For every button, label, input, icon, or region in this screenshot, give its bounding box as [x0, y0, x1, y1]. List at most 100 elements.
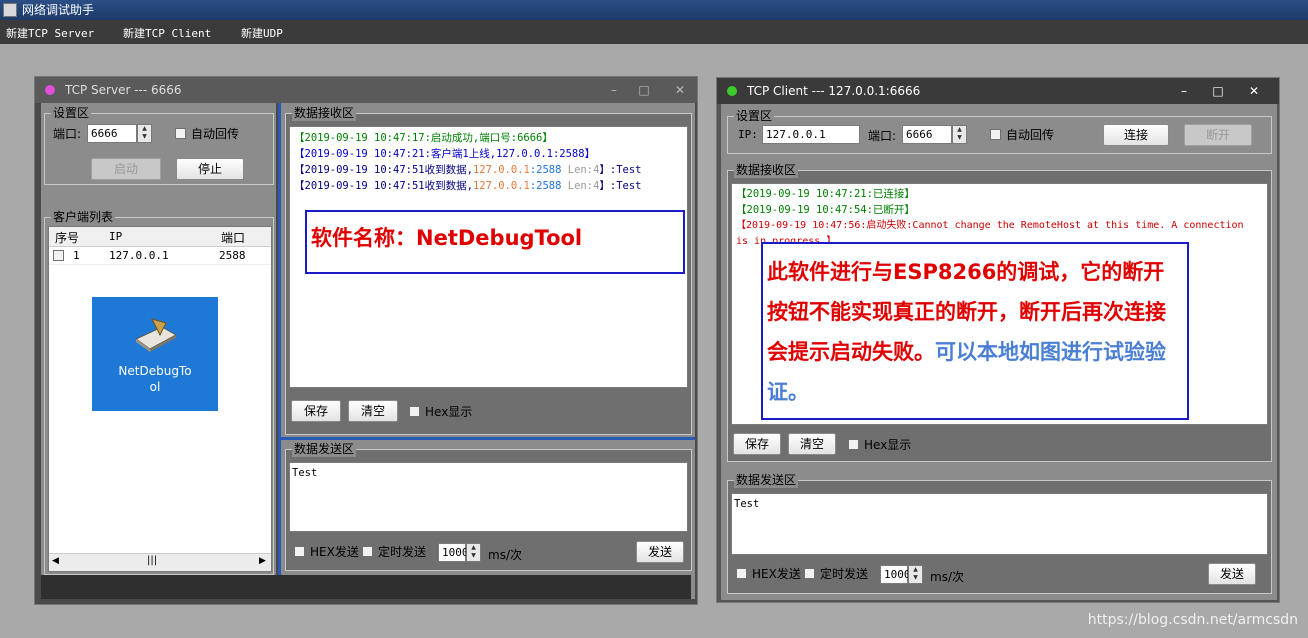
log-segment: Len:4: [567, 180, 600, 192]
client-port-input[interactable]: 6666: [902, 125, 952, 144]
log-segment: 127.0.0.1: [472, 164, 530, 176]
server-port-label: 端口:: [53, 127, 82, 141]
close-icon[interactable]: ✕: [669, 81, 691, 99]
scroll-left-icon[interactable]: ◀: [52, 556, 59, 566]
client-interval-unit: ms/次: [930, 570, 964, 584]
server-stop-button[interactable]: 停止: [176, 158, 244, 180]
client-hex-display-label: Hex显示: [864, 438, 912, 452]
client-clear-button[interactable]: 清空: [788, 433, 836, 455]
scroll-thumb-icon[interactable]: |||: [147, 555, 157, 566]
desktop-shortcut[interactable]: NetDebugTool: [92, 297, 218, 411]
desktop-shortcut-label: NetDebugTool: [118, 364, 192, 394]
server-interval-spinner[interactable]: ▲ ▼: [466, 543, 481, 562]
client-interval-spinner[interactable]: ▲ ▼: [908, 565, 923, 584]
client-hex-send-checkbox[interactable]: [736, 568, 747, 579]
tcp-server-window: TCP Server --- 6666 – □ ✕ 设置区 端口: 6666 ▲…: [34, 76, 698, 605]
client-port-spinner[interactable]: ▲ ▼: [952, 125, 967, 144]
client-ip-input[interactable]: 127.0.0.1: [762, 125, 860, 144]
server-auto-echo-checkbox[interactable]: [175, 128, 186, 139]
server-hex-display-checkbox[interactable]: [409, 406, 420, 417]
log-line: 【2019-09-19 10:47:17:启动成功,端口号:6666】: [294, 132, 553, 144]
client-receive-label: 数据接收区: [734, 162, 799, 178]
server-save-button[interactable]: 保存: [291, 400, 341, 422]
tcp-client-window: TCP Client --- 127.0.0.1:6666 – □ ✕ 设置区 …: [716, 77, 1280, 603]
row-port: 2588: [219, 249, 246, 262]
log-line: 【2019-09-19 10:47:56:启动失败:Cannot change …: [736, 220, 1244, 231]
horizontal-splitter[interactable]: [281, 437, 695, 440]
client-disconnect-button[interactable]: 断开: [1184, 124, 1252, 146]
minimize-icon[interactable]: –: [603, 81, 625, 99]
server-right-panel: 数据接收区 【2019-09-19 10:47:17:启动成功,端口号:6666…: [281, 103, 695, 599]
client-hex-send-label: HEX发送: [752, 567, 801, 581]
log-segment: 】:Test: [599, 180, 642, 192]
log-segment: 【2019-09-19 10:47:51收到数据,: [294, 180, 473, 192]
maximize-icon[interactable]: □: [1207, 82, 1229, 100]
menu-new-tcp-client[interactable]: 新建TCP Client: [123, 25, 211, 41]
client-hex-display-checkbox[interactable]: [848, 439, 859, 450]
client-auto-echo-label: 自动回传: [1006, 128, 1055, 142]
server-auto-echo-label: 自动回传: [191, 127, 240, 141]
netdebugtool-app-icon: [135, 318, 178, 352]
server-start-button[interactable]: 启动: [91, 158, 161, 180]
app-titlebar: 网络调试助手: [0, 0, 1308, 20]
close-icon[interactable]: ✕: [1243, 82, 1265, 100]
client-timed-send-checkbox[interactable]: [804, 568, 815, 579]
server-timed-send-checkbox[interactable]: [362, 546, 373, 557]
row-checkbox[interactable]: [53, 250, 64, 261]
client-save-button[interactable]: 保存: [733, 433, 781, 455]
menu-new-udp[interactable]: 新建UDP: [241, 25, 283, 41]
scroll-right-icon[interactable]: ▶: [259, 556, 266, 566]
client-interval-input[interactable]: 1000: [880, 565, 911, 584]
client-send-button[interactable]: 发送: [1208, 563, 1256, 585]
column-header-ip[interactable]: IP: [109, 230, 122, 243]
column-header-port[interactable]: 端口: [221, 229, 245, 246]
server-port-spinner[interactable]: ▲ ▼: [137, 124, 152, 143]
server-window-title: TCP Server --- 6666: [65, 83, 182, 97]
server-interval-input[interactable]: 1000: [438, 543, 469, 562]
server-send-button[interactable]: 发送: [636, 541, 684, 563]
table-row[interactable]: 1 127.0.0.1 2588: [49, 247, 271, 265]
log-line: 【2019-09-19 10:47:21:已连接】: [736, 188, 915, 200]
log-line: 【2019-09-19 10:47:21:客户端1上线,127.0.0.1:25…: [294, 148, 596, 160]
client-ip-label: IP:: [738, 128, 758, 141]
client-timed-send-label: 定时发送: [820, 567, 869, 581]
app-title: 网络调试助手: [22, 3, 95, 17]
menu-bar: 新建TCP Server 新建TCP Client 新建UDP: [0, 20, 1308, 44]
client-settings-group: 设置区 IP: 127.0.0.1 端口: 6666 ▲ ▼ 自动回传 连接 断开: [727, 108, 1272, 154]
minimize-icon[interactable]: –: [1173, 82, 1195, 100]
client-auto-echo-checkbox[interactable]: [990, 129, 1001, 140]
log-line: 【2019-09-19 10:47:54:已断开】: [736, 204, 915, 216]
server-hex-send-label: HEX发送: [310, 545, 359, 559]
server-hex-send-checkbox[interactable]: [294, 546, 305, 557]
client-list-header: 序号 IP 端口: [49, 227, 271, 247]
maximize-icon[interactable]: □: [633, 81, 655, 99]
annotation-disconnect-text: 此软件进行与ESP8266的调试，它的断开按钮不能实现真正的断开，断开后再次连接…: [767, 252, 1183, 412]
client-list-label: 客户端列表: [51, 209, 116, 225]
log-segment: 127.0.0.1: [472, 180, 530, 192]
horizontal-scrollbar[interactable]: ◀ ||| ▶: [49, 553, 271, 571]
client-send-textbox[interactable]: Test: [731, 493, 1268, 555]
server-status-icon: [45, 85, 55, 95]
server-window-titlebar: TCP Server --- 6666: [35, 77, 697, 103]
column-header-index[interactable]: 序号: [55, 229, 79, 246]
server-send-textbox[interactable]: Test: [289, 462, 688, 532]
menu-new-tcp-server[interactable]: 新建TCP Server: [6, 25, 94, 41]
annotation-disconnect-note: 此软件进行与ESP8266的调试，它的断开按钮不能实现真正的断开，断开后再次连接…: [761, 242, 1189, 420]
client-connect-button[interactable]: 连接: [1103, 124, 1169, 146]
client-send-text: Test: [734, 498, 760, 510]
client-window-title: TCP Client --- 127.0.0.1:6666: [747, 84, 921, 98]
row-index: 1: [73, 249, 80, 262]
client-port-label: 端口:: [868, 129, 897, 143]
server-port-input[interactable]: 6666: [87, 124, 137, 143]
server-hex-display-label: Hex显示: [425, 405, 473, 419]
client-send-group: 数据发送区 Test HEX发送 定时发送 1000 ▲ ▼ ms/次 发送: [727, 472, 1272, 594]
server-settings-group: 设置区 端口: 6666 ▲ ▼ 自动回传 启动 停止: [44, 105, 274, 185]
server-receive-group: 数据接收区 【2019-09-19 10:47:17:启动成功,端口号:6666…: [285, 105, 692, 435]
row-ip: 127.0.0.1: [109, 249, 169, 262]
client-settings-label: 设置区: [734, 108, 775, 124]
server-receive-log: 【2019-09-19 10:47:17:启动成功,端口号:6666】 【201…: [290, 127, 687, 197]
log-segment: 】:Test: [599, 164, 642, 176]
server-clear-button[interactable]: 清空: [348, 400, 398, 422]
app-icon: [3, 3, 17, 17]
log-segment: Len:4: [567, 164, 600, 176]
